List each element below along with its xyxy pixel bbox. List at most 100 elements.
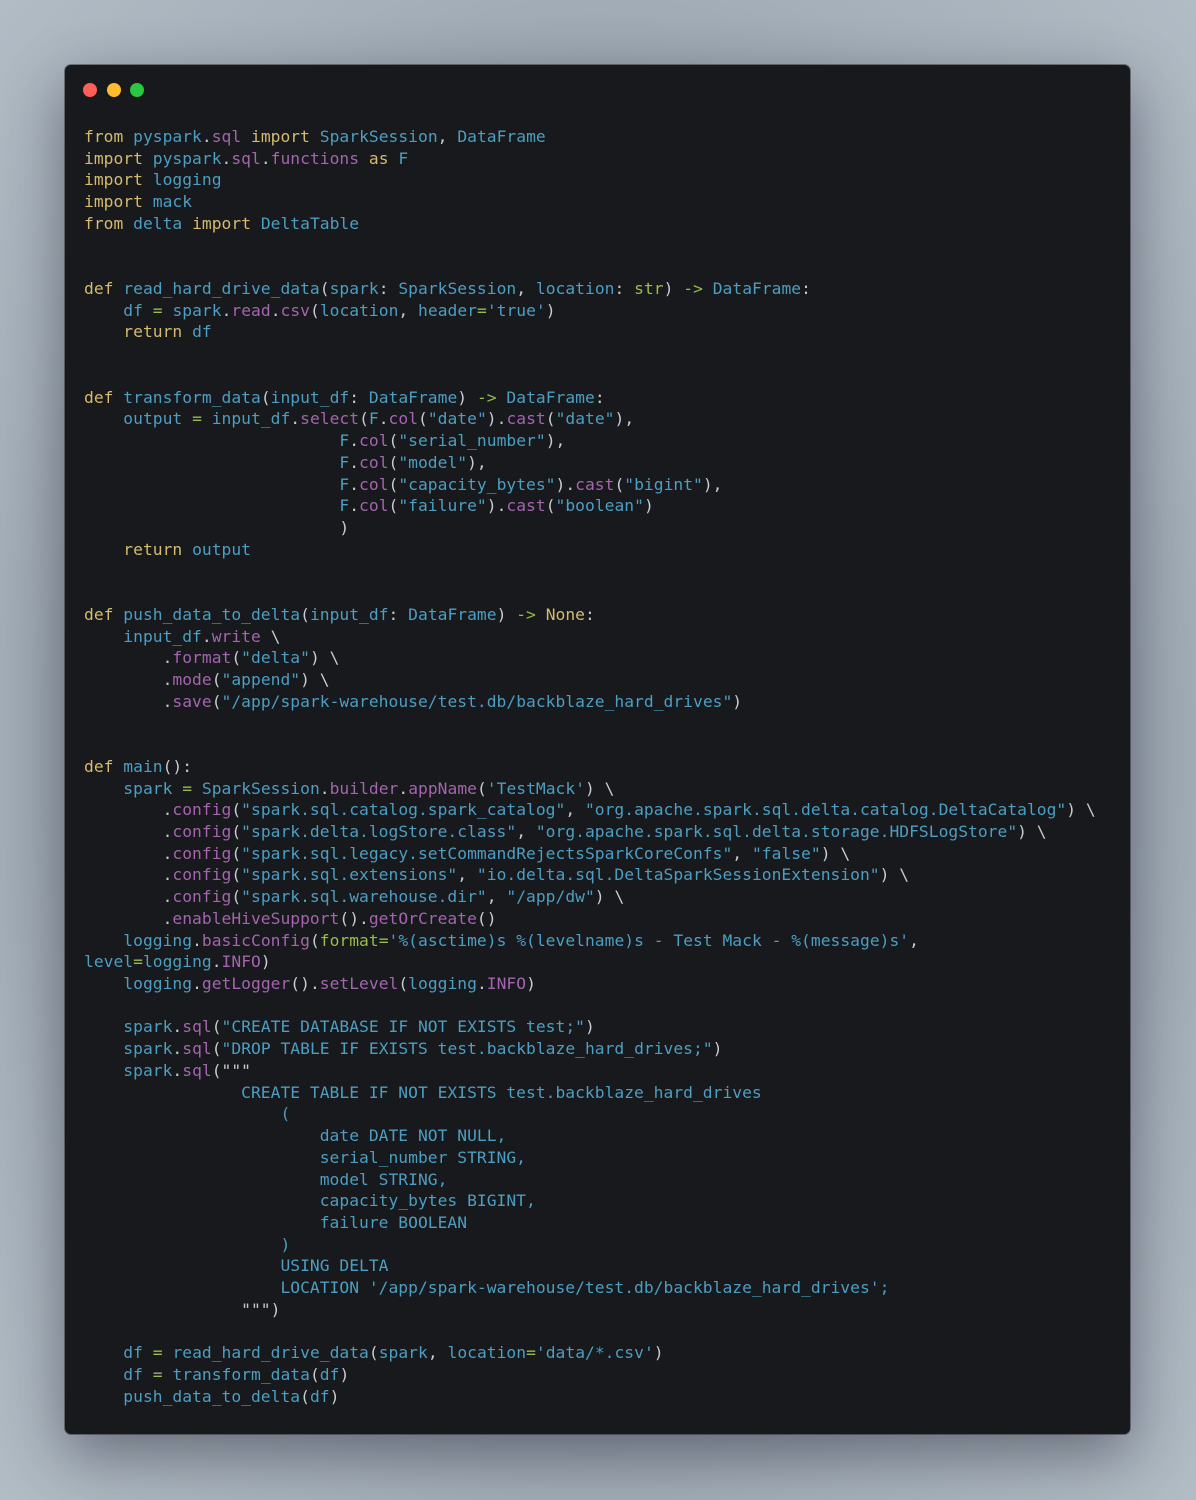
punctuation-token — [84, 1365, 123, 1384]
string-token: "DROP TABLE IF EXISTS test.backblaze_har… — [221, 1039, 713, 1059]
string-token: "org.apache.spark.sql.delta.catalog.Delt… — [584, 800, 1067, 820]
identifier-token: read_hard_drive_data — [123, 279, 320, 299]
punctuation-token — [143, 149, 153, 168]
keyword-token: from — [84, 127, 124, 146]
method-token: setLevel — [319, 974, 399, 994]
code-line: .save("/app/spark-warehouse/test.db/back… — [84, 691, 1120, 713]
operator-token: str — [634, 279, 664, 299]
punctuation-token: ( — [211, 669, 222, 689]
punctuation-token: ) — [526, 974, 536, 994]
code-line: import mack — [84, 191, 1120, 213]
punctuation-token — [113, 388, 123, 407]
identifier-token: transform_data — [172, 1364, 310, 1384]
punctuation-token: ( — [231, 822, 242, 841]
punctuation-token: . — [172, 1017, 183, 1037]
code-line: def push_data_to_delta(input_df: DataFra… — [84, 604, 1120, 626]
maximize-window-icon[interactable] — [130, 83, 144, 97]
punctuation-token: . — [84, 843, 173, 863]
punctuation-token — [84, 322, 123, 341]
keyword-token: from — [84, 213, 124, 233]
identifier-token: pyspark — [152, 148, 222, 168]
punctuation-token: . — [84, 691, 173, 711]
string-token: date DATE NOT NULL, — [84, 1126, 507, 1146]
identifier-token: logging — [123, 930, 193, 950]
punctuation-token: ) — [339, 1364, 350, 1384]
punctuation-token: ( — [309, 930, 320, 950]
identifier-token: push_data_to_delta — [123, 604, 301, 624]
method-token: sql — [182, 1039, 212, 1059]
method-token: csv — [280, 300, 310, 320]
identifier-token: level — [84, 952, 134, 972]
identifier-token: F — [339, 452, 350, 472]
keyword-token: def — [84, 756, 114, 776]
keyword-token: import — [84, 192, 143, 212]
keyword-token: return — [123, 539, 183, 559]
code-window: from pyspark.sql import SparkSession, Da… — [65, 65, 1130, 1434]
punctuation-token — [84, 475, 339, 494]
identifier-token: location — [319, 300, 399, 320]
window-controls — [83, 83, 144, 97]
punctuation-token: . — [84, 887, 173, 907]
string-token: failure BOOLEAN — [84, 1212, 468, 1232]
punctuation-token: : — [614, 279, 635, 299]
punctuation-token: . — [84, 822, 173, 841]
identifier-token: SparkSession — [398, 279, 517, 299]
punctuation-token — [497, 388, 507, 407]
identifier-token: input_df — [309, 604, 389, 624]
operator-token: = — [182, 778, 193, 798]
punctuation-token: . — [270, 300, 281, 320]
string-token: USING DELTA — [84, 1256, 389, 1276]
punctuation-token — [84, 974, 123, 993]
identifier-token: DataFrame — [712, 279, 802, 299]
punctuation-token: : — [388, 604, 409, 624]
code-line: CREATE TABLE IF NOT EXISTS test.backblaz… — [84, 1082, 1120, 1104]
punctuation-token: , — [909, 930, 919, 950]
punctuation-token — [84, 496, 339, 515]
code-line: ( — [84, 1103, 1120, 1125]
method-token: config — [172, 865, 232, 885]
identifier-token: delta — [133, 213, 183, 233]
punctuation-token — [84, 1017, 123, 1036]
punctuation-token — [202, 409, 212, 428]
code-line: def read_hard_drive_data(spark: SparkSes… — [84, 278, 1120, 300]
punctuation-token: ( — [300, 604, 310, 624]
method-token: getLogger — [201, 974, 291, 994]
punctuation-token: . — [378, 409, 389, 429]
string-token: "spark.sql.warehouse.dir" — [241, 887, 487, 907]
punctuation-token: ( — [319, 279, 330, 299]
method-token: basicConfig — [201, 930, 310, 950]
keyword-token: import — [84, 148, 143, 168]
operator-token: = — [378, 930, 389, 950]
operator-token: format — [319, 930, 379, 950]
punctuation-token: (""" — [211, 1060, 252, 1080]
identifier-token: spark — [378, 1343, 428, 1363]
punctuation-token — [84, 453, 339, 472]
method-token: functions — [270, 148, 360, 168]
close-window-icon[interactable] — [83, 83, 97, 97]
method-token: cast — [575, 474, 615, 494]
punctuation-token — [163, 1365, 173, 1384]
punctuation-token: : — [594, 387, 605, 407]
punctuation-token: ( — [231, 887, 242, 907]
punctuation-token: ) — [712, 1039, 723, 1059]
punctuation-token — [163, 301, 173, 320]
code-line: from pyspark.sql import SparkSession, Da… — [84, 126, 1120, 148]
string-token: capacity_bytes BIGINT, — [84, 1191, 536, 1211]
punctuation-token: ) — [329, 1386, 340, 1406]
string-token: CREATE TABLE IF NOT EXISTS test.backblaz… — [84, 1082, 762, 1102]
operator-token: -> — [683, 279, 703, 299]
minimize-window-icon[interactable] — [106, 83, 121, 97]
code-line: import pyspark.sql.functions as F — [84, 148, 1120, 170]
identifier-token: df — [309, 1386, 330, 1406]
keyword-token: import — [192, 213, 252, 233]
identifier-token: output — [192, 539, 251, 559]
punctuation-token — [123, 214, 133, 233]
punctuation-token: . — [260, 148, 271, 168]
punctuation-token — [113, 757, 123, 776]
punctuation-token: : — [801, 279, 811, 299]
string-token: "date" — [427, 409, 487, 429]
code-line: def transform_data(input_df: DataFrame) … — [84, 387, 1120, 409]
punctuation-token: . — [201, 127, 212, 146]
punctuation-token: ) \ — [594, 887, 625, 907]
